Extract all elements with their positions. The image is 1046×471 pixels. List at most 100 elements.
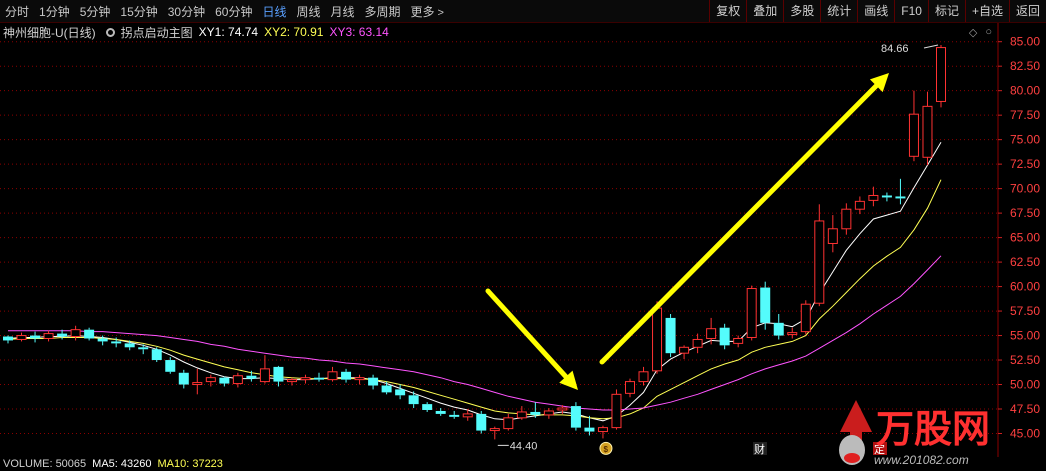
candle-body-down bbox=[3, 336, 13, 341]
ma-line-xy2 bbox=[7, 179, 942, 420]
period-tab-multi[interactable]: 多周期 bbox=[360, 3, 406, 20]
chart-corner-controls: ◇ ○ bbox=[969, 26, 992, 39]
candle-body-up bbox=[611, 393, 622, 429]
candle-body-up bbox=[692, 338, 703, 348]
candle-body-up bbox=[746, 288, 757, 339]
add-watchlist-button[interactable]: +自选 bbox=[964, 0, 1009, 22]
candle-body-down bbox=[395, 389, 406, 396]
y-tick-label: 65.00 bbox=[1010, 231, 1040, 245]
candle-body-up bbox=[638, 371, 649, 383]
candle-body-up bbox=[543, 410, 554, 416]
indicator-info-bar: 神州细胞-U(日线) 拐点启动主图 XY1: 74.74 XY2: 70.91 … bbox=[0, 23, 389, 41]
candle-body-up bbox=[489, 428, 500, 432]
period-tab-30min[interactable]: 30分钟 bbox=[163, 3, 210, 20]
candle-body-down bbox=[570, 406, 581, 428]
draw-line-button[interactable]: 画线 bbox=[857, 0, 894, 22]
circle-icon[interactable]: ○ bbox=[985, 26, 992, 39]
mark-button[interactable]: 标记 bbox=[927, 0, 965, 22]
candle-body-down bbox=[368, 377, 379, 386]
y-tick-label: 85.00 bbox=[1010, 35, 1040, 49]
candle-body-down bbox=[773, 322, 784, 336]
candle-body-up bbox=[259, 368, 270, 383]
stock-name: 神州细胞-U(日线) bbox=[3, 25, 96, 40]
y-tick-label: 60.00 bbox=[1010, 280, 1040, 294]
volume-ma5: MA5: 43260 bbox=[92, 458, 152, 470]
statistics-button[interactable]: 统计 bbox=[820, 0, 857, 22]
y-tick-label: 75.00 bbox=[1010, 133, 1040, 147]
candle-body-down bbox=[273, 366, 284, 382]
f10-button[interactable]: F10 bbox=[894, 0, 928, 22]
more-label: 更多 bbox=[410, 4, 435, 19]
candle-body-down bbox=[30, 335, 41, 339]
indicator-name[interactable]: 拐点启动主图 bbox=[121, 24, 193, 41]
period-tab-more[interactable]: 更多 > bbox=[406, 3, 449, 20]
site-watermark: 万股网 www.201082.com bbox=[839, 400, 990, 467]
candle-body-down bbox=[530, 411, 541, 415]
candle-body-down bbox=[246, 375, 257, 379]
y-tick-label: 50.00 bbox=[1010, 378, 1040, 392]
xy1-value: XY1: 74.74 bbox=[198, 25, 259, 39]
gear-icon[interactable] bbox=[105, 27, 115, 37]
candle-body-up bbox=[625, 381, 635, 394]
candle-body-down bbox=[57, 333, 68, 337]
buy-signal-glyph: $ bbox=[603, 445, 608, 454]
candle-body-down bbox=[760, 287, 771, 323]
candle-body-up bbox=[908, 113, 919, 157]
fuquan-button[interactable]: 复权 bbox=[709, 0, 746, 22]
y-tick-label: 70.00 bbox=[1010, 182, 1040, 196]
candle-body-up bbox=[868, 194, 879, 201]
candle-body-up bbox=[205, 377, 216, 383]
candle-body-down bbox=[422, 404, 433, 410]
candle-body-up bbox=[652, 307, 663, 372]
y-tick-label: 57.50 bbox=[1010, 304, 1040, 318]
candle-body-up bbox=[733, 337, 744, 344]
candle-body-up bbox=[679, 346, 690, 354]
candle-body-down bbox=[895, 196, 906, 199]
ma-line-xy1 bbox=[7, 141, 942, 422]
watermark-url: www.201082.com bbox=[874, 453, 969, 467]
candle-body-up bbox=[232, 375, 243, 385]
candle-body-up bbox=[854, 200, 865, 210]
candle-body-down bbox=[476, 413, 487, 431]
up-arrow-shaft bbox=[599, 83, 879, 365]
period-tab-monthly[interactable]: 月线 bbox=[326, 3, 360, 20]
y-tick-label: 82.50 bbox=[1010, 59, 1040, 73]
candle-body-down bbox=[665, 317, 676, 354]
candle-body-down bbox=[84, 329, 95, 339]
candle-body-down bbox=[124, 343, 135, 348]
candle-body-up bbox=[43, 333, 54, 339]
candle-body-down bbox=[165, 360, 176, 372]
down-arrow-shaft bbox=[485, 288, 569, 380]
candle-body-up bbox=[814, 220, 825, 304]
back-button[interactable]: 返回 bbox=[1008, 0, 1046, 22]
candle-body-down bbox=[449, 414, 460, 417]
period-tab-daily[interactable]: 日线 bbox=[257, 3, 291, 20]
period-tab-60min[interactable]: 60分钟 bbox=[210, 3, 257, 20]
diamond-icon[interactable]: ◇ bbox=[969, 26, 977, 39]
y-tick-label: 62.50 bbox=[1010, 255, 1040, 269]
candle-body-up bbox=[286, 379, 297, 383]
candle-body-up bbox=[827, 228, 838, 244]
multi-stock-button[interactable]: 多股 bbox=[783, 0, 820, 22]
period-tab-weekly[interactable]: 周线 bbox=[291, 3, 325, 20]
high-price-label: 84.66 bbox=[881, 43, 909, 55]
volume-info-bar: VOLUME: 50065 MA5: 43260 MA10: 37223 bbox=[0, 458, 223, 471]
period-tab-1min[interactable]: 1分钟 bbox=[34, 3, 75, 20]
watermark-brand: 万股网 bbox=[876, 409, 990, 451]
candle-body-up bbox=[787, 332, 798, 336]
cai-marker: 财 bbox=[754, 442, 765, 456]
period-tab-fenshi[interactable]: 分时 bbox=[0, 3, 34, 20]
period-tab-15min[interactable]: 15分钟 bbox=[115, 3, 162, 20]
period-tab-5min[interactable]: 5分钟 bbox=[75, 3, 116, 20]
candle-body-up bbox=[922, 105, 933, 158]
candle-body-down bbox=[219, 377, 230, 384]
xy2-value: XY2: 70.91 bbox=[264, 25, 324, 39]
candle-body-up bbox=[557, 407, 568, 411]
overlay-button[interactable]: 叠加 bbox=[746, 0, 783, 22]
candle-body-up bbox=[800, 303, 811, 333]
candle-body-up bbox=[706, 328, 717, 339]
candle-body-down bbox=[151, 349, 162, 361]
low-price-label: 44.40 bbox=[510, 440, 538, 452]
candle-body-up bbox=[597, 427, 608, 433]
candle-body-down bbox=[97, 338, 108, 342]
